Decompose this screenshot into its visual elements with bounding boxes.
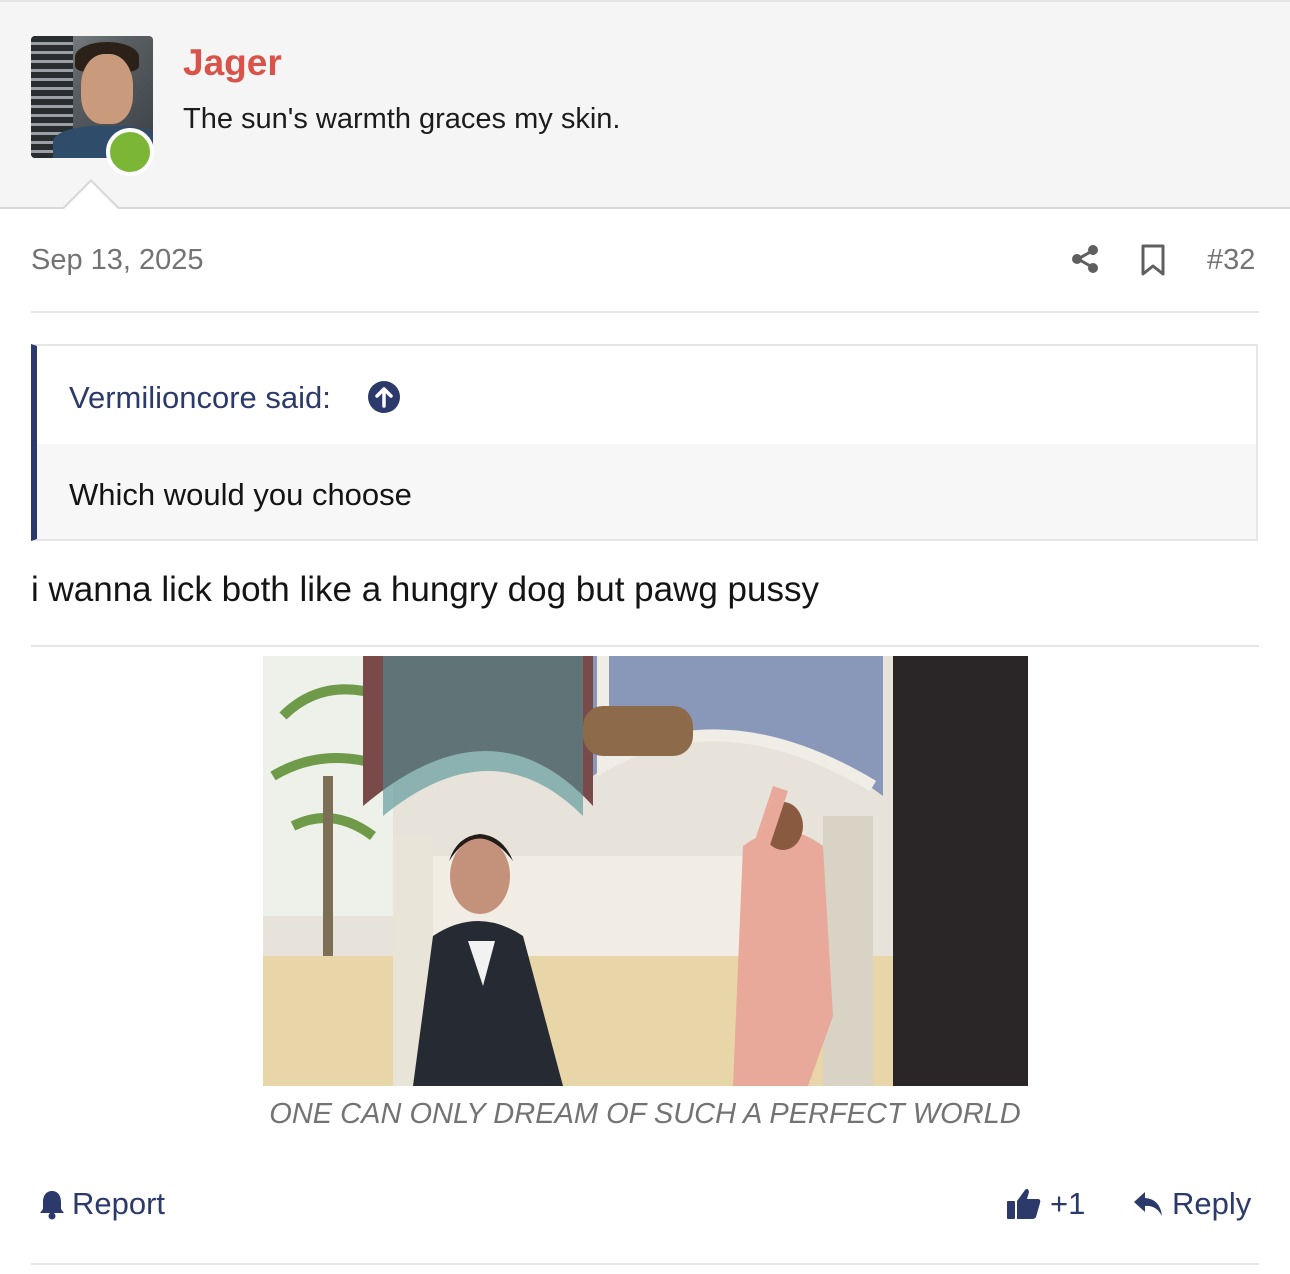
bell-icon <box>40 1191 64 1220</box>
divider <box>31 311 1259 313</box>
post-number-link[interactable]: #32 <box>1207 244 1255 277</box>
thumbs-up-icon <box>1007 1188 1041 1219</box>
header-pointer-fill <box>63 182 119 210</box>
user-title: The sun's warmth graces my skin. <box>183 103 621 135</box>
post-date[interactable]: Sep 13, 2025 <box>31 244 204 277</box>
post-user-header: Jager The sun's warmth graces my skin. <box>0 2 1290 209</box>
username[interactable]: Jager <box>183 42 282 84</box>
reply-label: Reply <box>1172 1186 1252 1221</box>
quote-header: Vermilioncore said: <box>37 346 1256 444</box>
quote-author-link[interactable]: Vermilioncore said: <box>69 380 331 416</box>
image-caption: ONE CAN ONLY DREAM OF SUCH A PERFECT WOR… <box>269 1098 1021 1130</box>
like-button[interactable]: +1 <box>1006 1184 1085 1224</box>
share-icon[interactable] <box>1069 243 1101 275</box>
reply-button[interactable]: Reply <box>1132 1184 1251 1224</box>
like-label: +1 <box>1050 1186 1086 1221</box>
post-body-text: i wanna lick both like a hungry dog but … <box>31 570 819 609</box>
quote-text: Which would you choose <box>69 477 412 512</box>
report-label: Report <box>72 1186 166 1221</box>
quote-block: Vermilioncore said: Which would you choo… <box>31 344 1258 541</box>
divider <box>31 1263 1259 1265</box>
avatar-face <box>81 54 133 124</box>
post-image-scene <box>263 656 1028 1086</box>
online-status-indicator <box>106 128 154 176</box>
arrow-up-circle-icon[interactable] <box>367 380 401 414</box>
report-button[interactable]: Report <box>38 1184 165 1224</box>
post-image[interactable] <box>263 656 1028 1086</box>
divider <box>31 645 1259 647</box>
bookmark-icon[interactable] <box>1140 244 1166 276</box>
reply-arrow-icon <box>1134 1192 1162 1216</box>
quote-body: Which would you choose <box>37 444 1256 539</box>
